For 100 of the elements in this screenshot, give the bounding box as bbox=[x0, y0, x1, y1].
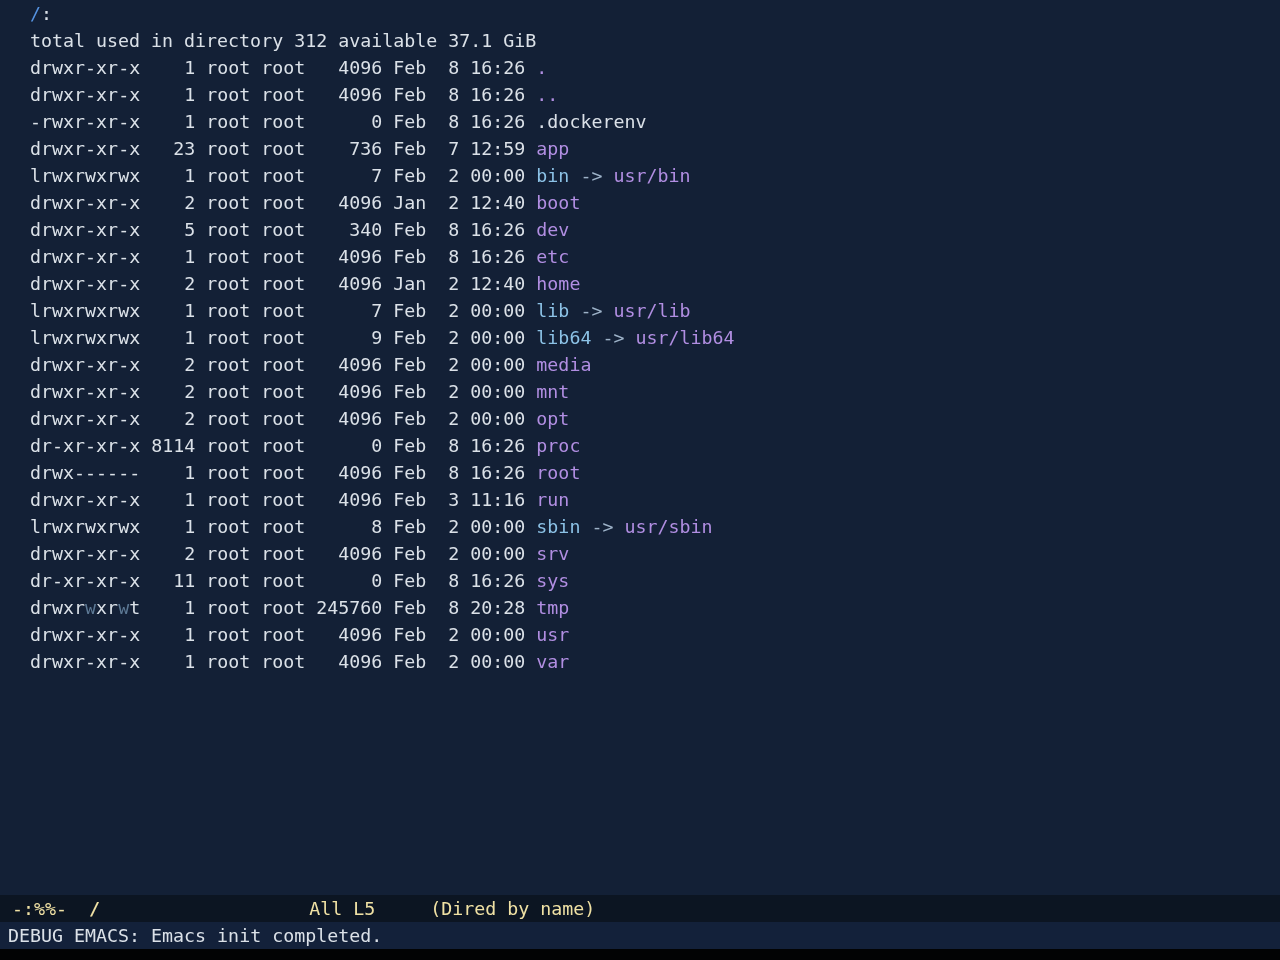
owner-name: root bbox=[206, 623, 251, 647]
permissions-text: drwxr-xr-x bbox=[30, 137, 141, 161]
month-text: Feb bbox=[393, 488, 427, 512]
month-text: Feb bbox=[393, 623, 427, 647]
owner-name: root bbox=[206, 461, 251, 485]
permissions-text: drwxr-xr-x bbox=[30, 272, 141, 296]
symlink-name[interactable]: bin bbox=[536, 162, 570, 189]
group-name: root bbox=[261, 326, 306, 350]
time-text: 12:40 bbox=[470, 191, 526, 215]
directory-name[interactable]: proc bbox=[536, 432, 581, 459]
directory-name[interactable]: tmp bbox=[536, 594, 570, 621]
directory-name[interactable]: media bbox=[536, 351, 592, 378]
permissions-text: drwxr-xr-x bbox=[30, 542, 141, 566]
time-text: 00:00 bbox=[470, 407, 526, 431]
permissions-text: drwx------ bbox=[30, 461, 141, 485]
link-count: 2 bbox=[183, 542, 196, 566]
permissions-text: drwxr-xr-x bbox=[30, 380, 141, 404]
owner-name: root bbox=[206, 380, 251, 404]
directory-name[interactable]: run bbox=[536, 486, 570, 513]
month-text: Feb bbox=[393, 326, 427, 350]
file-size: 4096 bbox=[337, 461, 383, 485]
permissions-text: lrwxrwxrwx bbox=[30, 515, 141, 539]
symlink-arrow: -> bbox=[580, 299, 603, 323]
symlink-name[interactable]: lib bbox=[536, 297, 570, 324]
group-name: root bbox=[261, 542, 306, 566]
month-text: Feb bbox=[393, 110, 427, 134]
permissions-text: lrwxrwxrwx bbox=[30, 164, 141, 188]
directory-name[interactable]: dev bbox=[536, 216, 570, 243]
group-name: root bbox=[261, 434, 306, 458]
time-text: 00:00 bbox=[470, 380, 526, 404]
day-text: 8 bbox=[447, 56, 460, 80]
directory-name[interactable]: usr bbox=[536, 621, 570, 648]
day-text: 8 bbox=[447, 461, 460, 485]
time-text: 11:16 bbox=[470, 488, 526, 512]
symlink-arrow: -> bbox=[580, 164, 603, 188]
month-text: Feb bbox=[393, 434, 427, 458]
symlink-name[interactable]: lib64 bbox=[536, 324, 592, 351]
time-text: 16:26 bbox=[470, 218, 526, 242]
day-text: 8 bbox=[447, 569, 460, 593]
directory-name[interactable]: home bbox=[536, 270, 581, 297]
time-text: 12:40 bbox=[470, 272, 526, 296]
day-text: 2 bbox=[447, 272, 460, 296]
time-text: 16:26 bbox=[470, 110, 526, 134]
day-text: 8 bbox=[447, 596, 460, 620]
link-count: 2 bbox=[183, 407, 196, 431]
month-text: Feb bbox=[393, 380, 427, 404]
time-text: 00:00 bbox=[470, 164, 526, 188]
file-size: 0 bbox=[370, 569, 383, 593]
symlink-target: usr/lib bbox=[613, 299, 691, 323]
link-count: 5 bbox=[183, 218, 196, 242]
group-name: root bbox=[261, 407, 306, 431]
directory-name[interactable]: var bbox=[536, 648, 570, 675]
time-text: 16:26 bbox=[470, 461, 526, 485]
group-name: root bbox=[261, 353, 306, 377]
directory-name[interactable]: root bbox=[536, 459, 581, 486]
month-text: Feb bbox=[393, 245, 427, 269]
directory-name[interactable]: app bbox=[536, 135, 570, 162]
group-name: root bbox=[261, 461, 306, 485]
file-size: 8 bbox=[370, 515, 383, 539]
group-name: root bbox=[261, 245, 306, 269]
owner-name: root bbox=[206, 569, 251, 593]
owner-name: root bbox=[206, 596, 251, 620]
link-count: 2 bbox=[183, 353, 196, 377]
directory-name[interactable]: etc bbox=[536, 243, 570, 270]
owner-name: root bbox=[206, 650, 251, 674]
line-number: L5 bbox=[353, 897, 376, 921]
group-name: root bbox=[261, 623, 306, 647]
day-text: 2 bbox=[447, 542, 460, 566]
time-text: 00:00 bbox=[470, 299, 526, 323]
time-text: 12:59 bbox=[470, 137, 526, 161]
time-text: 16:26 bbox=[470, 83, 526, 107]
group-name: root bbox=[261, 164, 306, 188]
file-name[interactable]: .dockerenv bbox=[536, 108, 647, 135]
file-size: 0 bbox=[370, 434, 383, 458]
directory-name[interactable]: srv bbox=[536, 540, 570, 567]
file-size: 4096 bbox=[337, 272, 383, 296]
day-text: 2 bbox=[447, 326, 460, 350]
day-text: 2 bbox=[447, 380, 460, 404]
directory-name[interactable]: . bbox=[536, 54, 548, 81]
group-name: root bbox=[261, 110, 306, 134]
day-text: 2 bbox=[447, 299, 460, 323]
file-size: 4096 bbox=[337, 245, 383, 269]
day-text: 2 bbox=[447, 191, 460, 215]
day-text: 2 bbox=[447, 515, 460, 539]
day-text: 7 bbox=[447, 137, 460, 161]
symlink-target: usr/sbin bbox=[624, 515, 713, 539]
symlink-name[interactable]: sbin bbox=[536, 513, 581, 540]
link-count: 1 bbox=[183, 164, 196, 188]
directory-name[interactable]: opt bbox=[536, 405, 570, 432]
link-count: 8114 bbox=[151, 434, 196, 458]
directory-name[interactable]: sys bbox=[536, 567, 570, 594]
directory-name[interactable]: boot bbox=[536, 189, 581, 216]
directory-name[interactable]: mnt bbox=[536, 378, 570, 405]
owner-name: root bbox=[206, 515, 251, 539]
directory-name[interactable]: .. bbox=[536, 81, 559, 108]
day-text: 2 bbox=[447, 407, 460, 431]
permissions-text: dr-xr-xr-x bbox=[30, 434, 141, 458]
day-text: 2 bbox=[447, 353, 460, 377]
permissions-text: dr-xr-xr-x bbox=[30, 569, 141, 593]
file-size: 4096 bbox=[337, 488, 383, 512]
